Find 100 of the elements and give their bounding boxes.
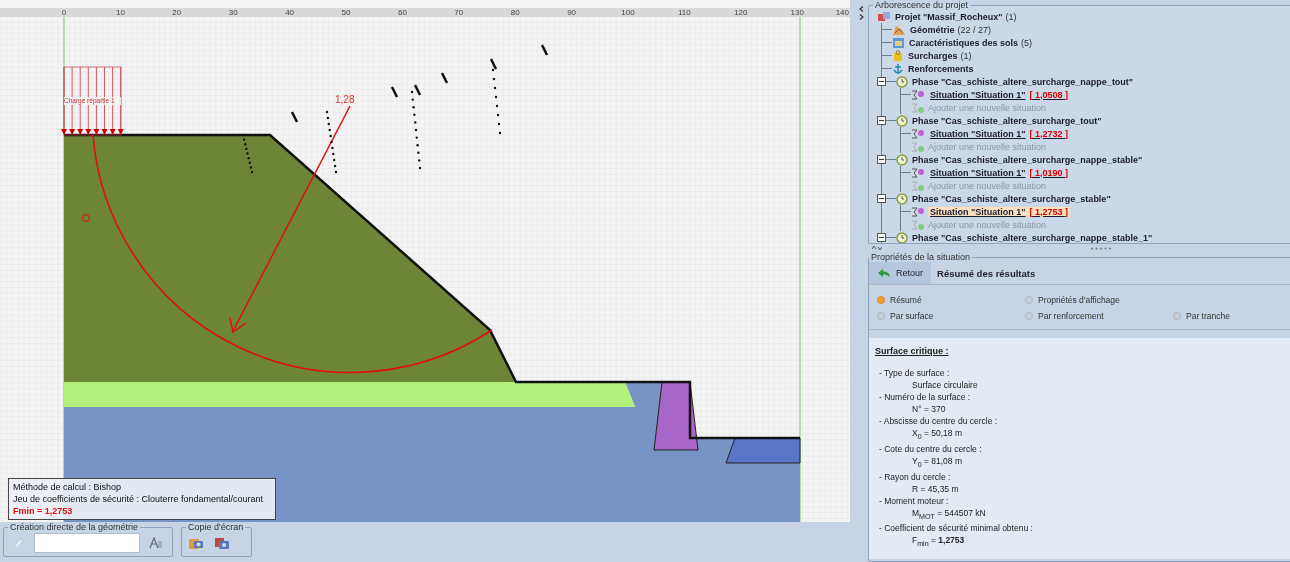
radio-option[interactable]: Par renforcement bbox=[1025, 311, 1173, 322]
text-tool-icon bbox=[149, 536, 163, 549]
tree-item[interactable]: Projet "Massif_Rocheux" bbox=[895, 11, 1003, 22]
clock-icon bbox=[896, 114, 908, 127]
ruler-label: 60 bbox=[397, 8, 407, 17]
back-button[interactable]: Retour bbox=[869, 262, 931, 285]
item-count: (22 / 27) bbox=[957, 24, 992, 35]
radio-dot[interactable] bbox=[1025, 312, 1033, 321]
result-label: - Type de surface : bbox=[879, 368, 951, 380]
ruler-label: 120 bbox=[734, 8, 748, 17]
item-count: (1) bbox=[960, 50, 972, 61]
clock-icon bbox=[896, 192, 908, 205]
radio-option[interactable]: Par surface bbox=[877, 311, 1025, 322]
tree-item[interactable]: Phase "Cas_schiste_altere_surcharge_nappe_tout" bbox=[912, 76, 1134, 87]
group-title: Création directe de la géométrie bbox=[9, 522, 140, 532]
fmin-text: Fmin = 1,2753 bbox=[13, 505, 74, 517]
ruler-label: 70 bbox=[454, 8, 464, 17]
option-label: Résumé bbox=[890, 295, 922, 306]
result-value: X$_{0}$ = 50,18 m bbox=[912, 427, 963, 443]
radio-dot[interactable] bbox=[1025, 296, 1033, 305]
radio-option[interactable]: Par tranche bbox=[1173, 311, 1290, 322]
option-label: Par surface bbox=[890, 311, 934, 322]
ruler-label: 0 bbox=[61, 8, 67, 17]
radio-dot[interactable] bbox=[877, 312, 885, 321]
geometry-input-field[interactable] bbox=[34, 532, 140, 553]
safety-factor-value: [ 1,2732 ] bbox=[1029, 128, 1069, 139]
info-text: Méthode de calcul : Bishop bbox=[13, 481, 123, 493]
tree-item[interactable]: Phase "Cas_schiste_altere_surcharge_nappe_stable" bbox=[912, 154, 1143, 165]
sigma-plus-icon bbox=[911, 140, 925, 153]
info-text: Jeu de coefficients de sécurité : Clouterre fondamental/courant bbox=[13, 493, 264, 505]
radio-dot[interactable] bbox=[1173, 312, 1181, 321]
ruler-label: 80 bbox=[510, 8, 520, 17]
situation-item[interactable]: Situation "Situation 1" [ 1,0190 ] bbox=[928, 167, 1071, 178]
results-title: Surface critique : bbox=[875, 346, 950, 357]
clock-icon bbox=[896, 153, 908, 166]
result-label: - Moment moteur : bbox=[879, 495, 950, 507]
radio-option[interactable]: Propriétés d'affichage bbox=[1025, 295, 1173, 306]
tree-item[interactable]: Renforcements bbox=[908, 63, 974, 74]
collapse-icon[interactable] bbox=[877, 233, 886, 242]
option-label: Propriétés d'affichage bbox=[1038, 295, 1120, 306]
tree-item[interactable]: Géométrie bbox=[910, 24, 955, 35]
ruler-label: 20 bbox=[172, 8, 182, 17]
tree-item[interactable]: Surcharges bbox=[908, 50, 958, 61]
result-value: Y$_{0}$ = 81,08 m bbox=[912, 454, 963, 471]
safety-factor-value: [ 1,0190 ] bbox=[1029, 167, 1069, 178]
situation-item[interactable]: Situation "Situation 1" [ 1,0508 ] bbox=[928, 89, 1071, 100]
sigma-icon bbox=[911, 88, 925, 101]
tree-item[interactable]: Phase "Cas_schiste_altere_surcharge_tout" bbox=[912, 115, 1102, 126]
result-label: - Coefficient de sécurité minimal obtenu : bbox=[879, 523, 1034, 535]
splitter-arrows-icon[interactable] bbox=[872, 245, 882, 252]
item-count: (1) bbox=[1005, 11, 1017, 22]
tree-item[interactable]: Caractéristiques des sols bbox=[909, 37, 1019, 48]
clock-icon bbox=[896, 231, 908, 243]
collapse-icon[interactable] bbox=[877, 155, 886, 164]
geometry-icon bbox=[892, 23, 906, 36]
result-label: - Numéro de la surface : bbox=[879, 392, 972, 404]
sigma-icon bbox=[911, 127, 925, 140]
collapse-icon[interactable] bbox=[877, 116, 886, 125]
camera-icon bbox=[214, 535, 230, 550]
result-value: Surface circulaire bbox=[912, 379, 979, 392]
ruler-label: 10 bbox=[115, 8, 125, 17]
collapse-icon[interactable] bbox=[877, 77, 886, 86]
ruler-label: 130 bbox=[790, 8, 804, 17]
ruler-label: 140 bbox=[835, 8, 849, 17]
result-label: - Rayon du cercle : bbox=[879, 471, 952, 483]
sigma-plus-icon bbox=[911, 218, 925, 231]
situation-item[interactable]: Situation "Situation 1" [ 1,2732 ] bbox=[928, 128, 1071, 139]
result-value: F$_{min}$ = 1,2753 bbox=[912, 534, 966, 550]
option-label: Par renforcement bbox=[1038, 311, 1104, 322]
distributed-load-drawing bbox=[61, 66, 124, 136]
eraser-icon bbox=[12, 536, 24, 549]
expand-right-icon[interactable] bbox=[859, 14, 864, 20]
ruler-label: 50 bbox=[341, 8, 351, 17]
panel-title: Arborescence du projet bbox=[874, 1, 970, 10]
result-label: - Cote du centre du cercle : bbox=[879, 443, 983, 455]
situation-item[interactable]: Situation "Situation 1" [ 1,2753 ] bbox=[928, 206, 1071, 217]
result-value: N° = 370 bbox=[912, 403, 947, 416]
section-heading: Résumé des résultats bbox=[937, 267, 1036, 279]
tree-item[interactable]: Phase "Cas_schiste_altere_surcharge_stable" bbox=[912, 193, 1111, 204]
group-title: Copie d'écran bbox=[187, 522, 245, 532]
panel-title: Propriétés de la situation bbox=[870, 252, 972, 263]
splitter-grip-icon[interactable] bbox=[1090, 246, 1112, 250]
sigma-icon bbox=[911, 205, 925, 218]
radio-option[interactable]: Résumé bbox=[877, 295, 1025, 306]
sigma-plus-icon bbox=[911, 101, 925, 114]
ruler-label: 40 bbox=[285, 8, 295, 17]
result-value: R = 45,35 m bbox=[912, 482, 960, 495]
item-count: (5) bbox=[1021, 37, 1033, 48]
ruler-label: 110 bbox=[678, 8, 691, 17]
table-icon bbox=[892, 36, 905, 49]
collapse-icon[interactable] bbox=[877, 194, 886, 203]
result-value: M$_{MOT}$ = 544507 kN bbox=[912, 506, 987, 523]
ruler-label: 90 bbox=[567, 8, 577, 17]
option-label: Par tranche bbox=[1186, 311, 1230, 322]
tree-item[interactable]: Phase "Cas_schiste_altere_surcharge_nappe_stable_1" bbox=[912, 232, 1153, 243]
wall-block bbox=[653, 381, 699, 451]
radio-dot[interactable] bbox=[877, 296, 885, 305]
sigma-plus-icon bbox=[911, 179, 925, 192]
sigma-icon bbox=[911, 166, 925, 179]
collapse-left-icon[interactable] bbox=[859, 6, 864, 12]
